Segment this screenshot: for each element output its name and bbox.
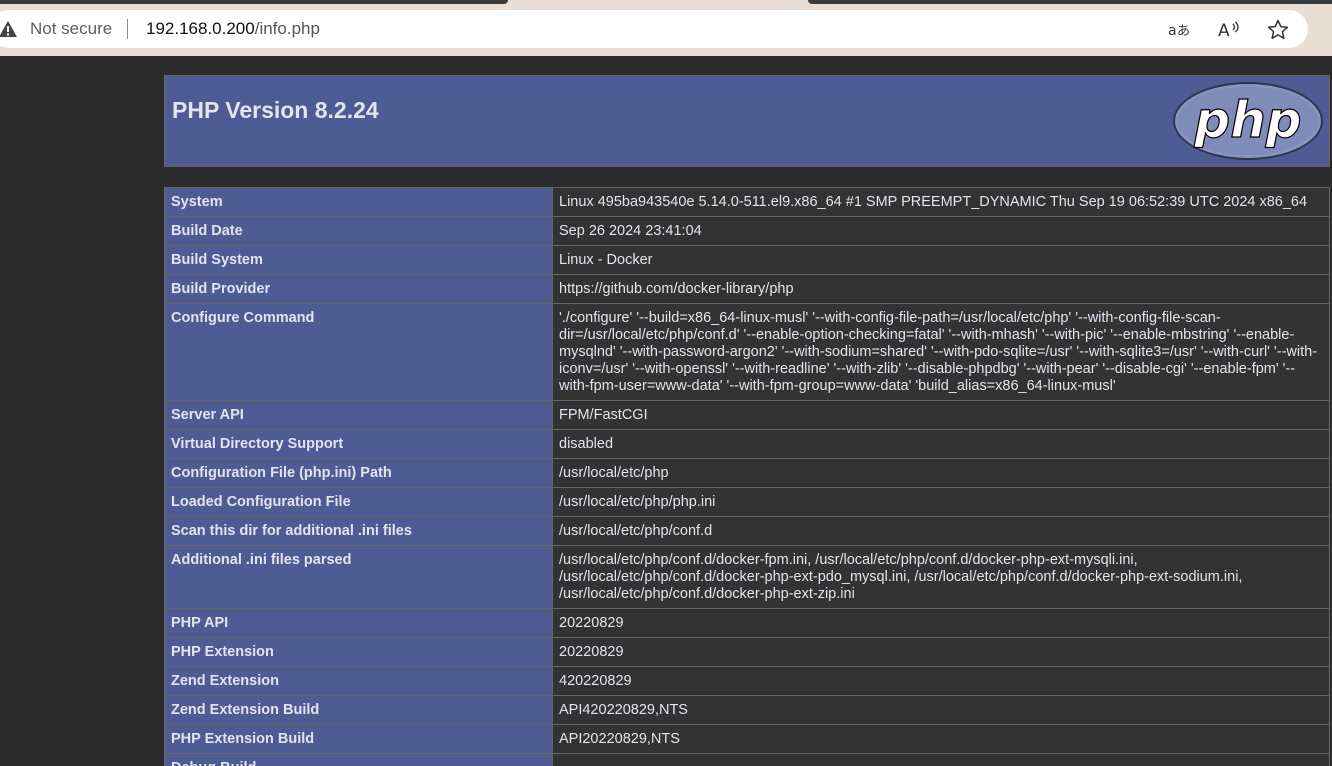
php-version-header: PHP Version 8.2.24 php xyxy=(164,75,1330,167)
svg-text:A: A xyxy=(1218,21,1230,41)
row-key: Configuration File (php.ini) Path xyxy=(164,458,553,488)
browser-toolbar: Not secure 192.168.0.200/info.php aあ A xyxy=(0,0,1332,56)
php-logo[interactable]: php xyxy=(1172,81,1324,161)
php-info-table: System Linux 495ba943540e 5.14.0-511.el9.… xyxy=(164,187,1330,766)
row-value: Linux - Docker xyxy=(552,245,1330,275)
row-key: Debug Build xyxy=(164,753,553,766)
row-value: API20220829,NTS xyxy=(552,724,1330,754)
security-label[interactable]: Not secure xyxy=(30,19,112,39)
table-row: Build Date Sep 26 2024 23:41:04 xyxy=(164,216,1330,246)
logo-text: php xyxy=(1193,91,1301,149)
row-value: Linux 495ba943540e 5.14.0-511.el9.x86_64… xyxy=(552,187,1330,217)
row-key: Configure Command xyxy=(164,303,553,401)
page-title: PHP Version 8.2.24 xyxy=(172,97,379,123)
row-value: 420220829 xyxy=(552,666,1330,696)
table-row: Zend Extension Build API420220829,NTS xyxy=(164,695,1330,725)
svg-text:a: a xyxy=(1168,23,1177,39)
table-row: PHP Extension 20220829 xyxy=(164,637,1330,667)
url-text[interactable]: 192.168.0.200/info.php xyxy=(146,19,320,39)
warning-icon[interactable] xyxy=(0,19,18,39)
row-key: Virtual Directory Support xyxy=(164,429,553,459)
table-row: Configure Command './configure' '--build=… xyxy=(164,303,1330,401)
row-value: 20220829 xyxy=(552,637,1330,667)
row-key: Zend Extension Build xyxy=(164,695,553,725)
row-key: Build System xyxy=(164,245,553,275)
row-key: System xyxy=(164,187,553,217)
svg-text:あ: あ xyxy=(1177,24,1190,39)
row-key: Build Provider xyxy=(164,274,553,304)
address-separator xyxy=(127,19,128,39)
row-value: 20220829 xyxy=(552,608,1330,638)
table-row: Debug Build xyxy=(164,753,1330,766)
table-row: Scan this dir for additional .ini files /… xyxy=(164,516,1330,546)
row-key: PHP Extension xyxy=(164,637,553,667)
favorite-star-icon[interactable] xyxy=(1266,18,1290,42)
row-value: /usr/local/etc/php/php.ini xyxy=(552,487,1330,517)
page-content: PHP Version 8.2.24 php System Linux 495ba… xyxy=(0,56,1332,766)
url-path: /info.php xyxy=(254,19,320,38)
table-row: Configuration File (php.ini) Path/usr/lo… xyxy=(164,458,1330,488)
table-row: Virtual Directory Support disabled xyxy=(164,429,1330,459)
tab-edge[interactable] xyxy=(0,0,508,4)
row-value: /usr/local/etc/php/conf.d xyxy=(552,516,1330,546)
row-key: Server API xyxy=(164,400,553,430)
table-row: PHP Extension Build API20220829,NTS xyxy=(164,724,1330,754)
row-key: PHP API xyxy=(164,608,553,638)
row-value: FPM/FastCGI xyxy=(552,400,1330,430)
address-bar[interactable]: Not secure 192.168.0.200/info.php aあ A xyxy=(0,10,1308,48)
table-row: Build Provider https://github.com/docker-… xyxy=(164,274,1330,304)
row-key: Build Date xyxy=(164,216,553,246)
table-row: Server API FPM/FastCGI xyxy=(164,400,1330,430)
row-key: Loaded Configuration File xyxy=(164,487,553,517)
table-row: Additional .ini files parsed/usr/local/e… xyxy=(164,545,1330,609)
table-row: Zend Extension 420220829 xyxy=(164,666,1330,696)
row-key: Additional .ini files parsed xyxy=(164,545,553,609)
row-value: './configure' '--build=x86_64-linux-musl… xyxy=(552,303,1330,401)
row-key: PHP Extension Build xyxy=(164,724,553,754)
row-key: Scan this dir for additional .ini files xyxy=(164,516,553,546)
row-value: /usr/local/etc/php xyxy=(552,458,1330,488)
table-row: System Linux 495ba943540e 5.14.0-511.el9.… xyxy=(164,187,1330,217)
row-value: API420220829,NTS xyxy=(552,695,1330,725)
tab-edge[interactable] xyxy=(808,0,1332,4)
table-row: PHP API 20220829 xyxy=(164,608,1330,638)
row-value: Sep 26 2024 23:41:04 xyxy=(552,216,1330,246)
table-row: Build System Linux - Docker xyxy=(164,245,1330,275)
row-value: https://github.com/docker-library/php xyxy=(552,274,1330,304)
translate-icon[interactable]: aあ xyxy=(1167,18,1191,42)
row-value: disabled xyxy=(552,429,1330,459)
row-value: /usr/local/etc/php/conf.d/docker-fpm.ini… xyxy=(552,545,1330,609)
row-value xyxy=(552,753,1330,766)
url-host: 192.168.0.200 xyxy=(146,19,255,38)
read-aloud-icon[interactable]: A xyxy=(1217,18,1241,42)
table-row: Loaded Configuration File/usr/local/etc/… xyxy=(164,487,1330,517)
row-key: Zend Extension xyxy=(164,666,553,696)
